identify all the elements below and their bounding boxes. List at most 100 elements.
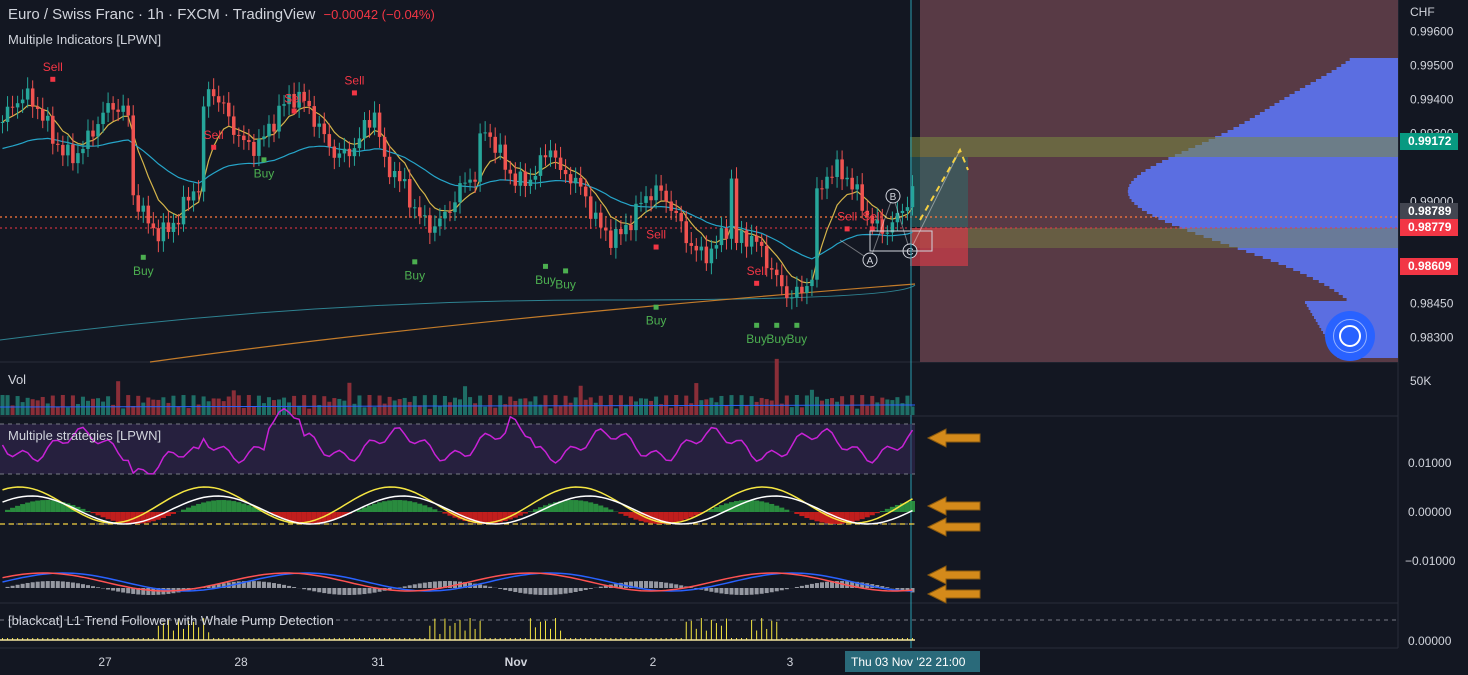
candle-body — [327, 134, 332, 147]
volume-profile-bar — [1137, 205, 1398, 208]
momentum-histogram-bar — [432, 509, 438, 512]
macd-histogram-bar — [342, 588, 347, 595]
candle-body — [91, 130, 95, 137]
volume-profile-bar — [1326, 73, 1398, 76]
buy-marker — [794, 322, 800, 328]
candle-body — [759, 241, 764, 246]
trend-pane-label[interactable]: [blackcat] L1 Trend Follower with Whale … — [8, 613, 334, 628]
candle-body — [181, 196, 186, 225]
sell-marker — [50, 76, 56, 82]
volume-profile-bar — [1162, 160, 1398, 163]
volume-bar — [226, 396, 231, 415]
macd-histogram-bar — [111, 588, 116, 591]
candle-body — [669, 201, 673, 211]
volume-profile-bar — [1293, 268, 1398, 271]
momentum-histogram-bar — [854, 512, 860, 521]
momentum-histogram-bar — [849, 512, 855, 523]
volume-bar — [181, 395, 186, 415]
momentum-histogram-bar — [206, 501, 212, 512]
volume-pane-label[interactable]: Vol — [8, 372, 26, 387]
macd-histogram-bar — [739, 588, 744, 595]
momentum-histogram-bar — [713, 507, 719, 512]
macd-histogram-bar — [553, 588, 558, 595]
pattern-point-label: B — [890, 192, 897, 203]
volume-bar — [176, 406, 181, 415]
momentum-histogram-bar — [623, 512, 629, 516]
volume-bar — [694, 383, 699, 415]
time-axis-tick: 28 — [234, 655, 248, 669]
macd-histogram-bar — [412, 584, 417, 588]
volume-profile-bar — [1246, 250, 1398, 253]
candle-body — [810, 279, 814, 287]
volume-bar — [910, 406, 915, 415]
candle-body — [749, 235, 754, 247]
volume-profile-bar — [1305, 301, 1398, 304]
buy-signal-label: Buy — [787, 332, 808, 346]
volume-bar — [493, 407, 498, 415]
volume-bar — [473, 403, 478, 415]
indicator-label[interactable]: Multiple Indicators [LPWN] — [8, 32, 161, 47]
momentum-histogram-bar — [180, 509, 187, 512]
candle-body — [694, 245, 699, 251]
volume-bar — [382, 403, 387, 415]
time-axis-tick: 2 — [650, 655, 657, 669]
candle-body — [463, 182, 467, 184]
macd-histogram-bar — [809, 583, 814, 588]
momentum-histogram-bar — [397, 500, 403, 512]
volume-bar — [271, 400, 277, 415]
volume-bar — [292, 395, 297, 415]
candle-body — [785, 286, 789, 299]
macd-histogram-bar — [548, 588, 553, 595]
candle-body — [835, 159, 839, 177]
strategies-pane-label[interactable]: Multiple strategies [LPWN] — [8, 428, 161, 443]
macd-histogram-bar — [764, 588, 769, 594]
momentum-histogram-bar — [30, 501, 36, 512]
volume-profile-bar — [1310, 82, 1398, 85]
macd-histogram-bar — [779, 588, 784, 591]
candle-body — [176, 222, 181, 225]
annotation-arrow — [926, 496, 981, 516]
macd-histogram-bar — [5, 586, 10, 588]
chart-canvas[interactable]: SellBuySellBuySellSellBuy Buy BuySellBuySe… — [0, 0, 1468, 675]
candle-body — [30, 88, 35, 107]
macd-histogram-bar — [126, 588, 131, 594]
price-axis-tick: 0.99600 — [1410, 24, 1454, 38]
candle-body — [15, 103, 20, 108]
volume-bar — [186, 408, 191, 415]
candle-body — [116, 109, 120, 112]
macd-histogram-bar — [649, 581, 654, 588]
macd-histogram-bar — [327, 588, 332, 594]
momentum-histogram-bar — [718, 505, 724, 512]
symbol-title[interactable]: Euro / Swiss Franc · 1h · FXCM · Trading… — [8, 6, 315, 23]
volume-bar — [20, 402, 25, 415]
candle-body — [739, 230, 744, 243]
candle-body — [815, 188, 819, 280]
macd-histogram-bar — [503, 588, 508, 591]
candle-body — [850, 177, 854, 190]
macd-histogram-bar — [332, 588, 337, 595]
chart-stage[interactable]: Sell Buy Sell Buy Sell Sell Buy Buy Buy Sell Buy Se… — [0, 0, 1468, 675]
candle-body — [362, 120, 367, 139]
macd-histogram-bar — [307, 588, 312, 591]
volume-bar — [825, 398, 830, 415]
candle-body — [503, 144, 508, 170]
volume-bar — [131, 405, 136, 415]
volume-bar — [488, 395, 493, 415]
candle-body — [654, 185, 658, 201]
momentum-histogram-bar — [869, 512, 875, 516]
buy-marker — [542, 263, 548, 269]
candle-body — [407, 179, 412, 208]
macd-histogram-bar — [664, 582, 669, 588]
candle-body — [211, 89, 216, 97]
candle-body — [744, 230, 749, 247]
candle-body — [201, 106, 206, 192]
replay-button[interactable] — [1325, 311, 1375, 361]
volume-bar — [261, 403, 266, 415]
volume-bar — [613, 408, 618, 415]
volume-profile-bar — [1279, 100, 1398, 103]
volume-profile-bar — [1134, 202, 1398, 205]
macd-histogram-bar — [367, 588, 372, 594]
volume-bar — [447, 402, 452, 415]
macd-histogram-bar — [654, 581, 659, 588]
volume-bar — [558, 406, 563, 415]
